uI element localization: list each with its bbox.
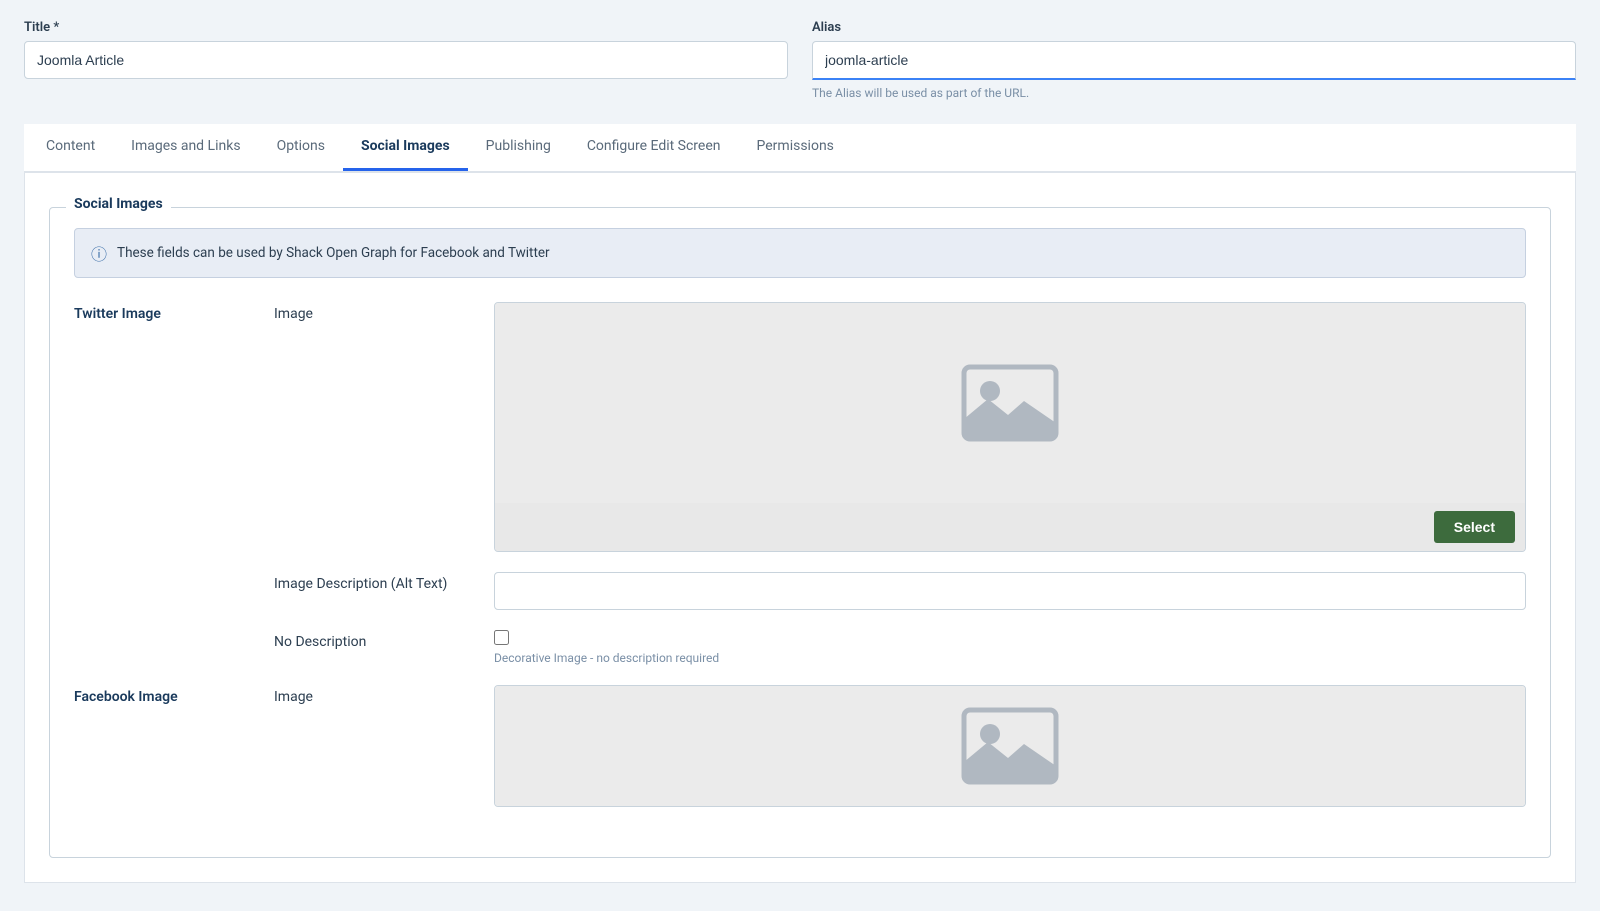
- alt-text-section-spacer: [74, 572, 274, 576]
- info-text: These fields can be used by Shack Open G…: [117, 245, 550, 261]
- alt-text-label: Image Description (Alt Text): [274, 572, 494, 592]
- alias-label: Alias: [812, 20, 1576, 35]
- twitter-image-label: Image: [274, 302, 494, 322]
- social-images-fieldset: Social Images ⓘ These fields can be used…: [49, 207, 1551, 858]
- no-description-label: No Description: [274, 630, 494, 650]
- tab-permissions[interactable]: Permissions: [739, 124, 852, 171]
- placeholder-svg: [960, 363, 1060, 443]
- info-box: ⓘ These fields can be used by Shack Open…: [74, 228, 1526, 278]
- title-input[interactable]: [24, 41, 788, 79]
- alias-hint: The Alias will be used as part of the UR…: [812, 86, 1576, 100]
- no-description-content: Decorative Image - no description requir…: [494, 630, 1526, 665]
- content-area: Social Images ⓘ These fields can be used…: [24, 172, 1576, 883]
- tab-social-images[interactable]: Social Images: [343, 124, 468, 171]
- title-label: Title *: [24, 20, 788, 35]
- tab-publishing[interactable]: Publishing: [468, 124, 569, 171]
- tab-configure-edit-screen[interactable]: Configure Edit Screen: [569, 124, 739, 171]
- no-desc-section-spacer: [74, 630, 274, 634]
- twitter-image-preview: [495, 303, 1525, 503]
- facebook-image-label: Image: [274, 685, 494, 705]
- tab-images-links[interactable]: Images and Links: [113, 124, 258, 171]
- facebook-image-row: Facebook Image Image: [74, 685, 1526, 807]
- page-wrapper: Title * Alias The Alias will be used as …: [0, 0, 1600, 911]
- image-placeholder-icon: [960, 363, 1060, 443]
- title-group: Title *: [24, 20, 788, 100]
- twitter-image-select-button[interactable]: Select: [1434, 511, 1515, 543]
- alt-text-row: Image Description (Alt Text): [74, 572, 1526, 610]
- no-description-checkbox-row: Decorative Image - no description requir…: [494, 630, 1526, 665]
- facebook-image-content: [494, 685, 1526, 807]
- alias-group: Alias The Alias will be used as part of …: [812, 20, 1576, 100]
- no-description-hint: Decorative Image - no description requir…: [494, 651, 1526, 665]
- alt-text-input[interactable]: [494, 572, 1526, 610]
- tabs-bar: Content Images and Links Options Social …: [24, 124, 1576, 172]
- alt-text-content: [494, 572, 1526, 610]
- facebook-placeholder-svg: [960, 706, 1060, 786]
- facebook-image-placeholder-icon: [960, 706, 1060, 786]
- twitter-image-section-label: Twitter Image: [74, 302, 274, 322]
- facebook-image-section-label: Facebook Image: [74, 685, 274, 705]
- no-description-row: No Description Decorative Image - no des…: [74, 630, 1526, 665]
- twitter-image-content: Select: [494, 302, 1526, 552]
- info-icon: ⓘ: [91, 241, 107, 265]
- checkbox-with-label: [494, 630, 1526, 645]
- facebook-image-box: [494, 685, 1526, 807]
- twitter-image-row: Twitter Image Image: [74, 302, 1526, 552]
- alias-input[interactable]: [812, 41, 1576, 80]
- facebook-image-preview: [495, 686, 1525, 806]
- tab-content[interactable]: Content: [28, 124, 113, 171]
- fieldset-legend: Social Images: [66, 196, 171, 212]
- twitter-image-toolbar: Select: [495, 503, 1525, 551]
- twitter-image-box: Select: [494, 302, 1526, 552]
- no-description-checkbox[interactable]: [494, 630, 509, 645]
- tab-options[interactable]: Options: [259, 124, 343, 171]
- top-fields: Title * Alias The Alias will be used as …: [24, 20, 1576, 100]
